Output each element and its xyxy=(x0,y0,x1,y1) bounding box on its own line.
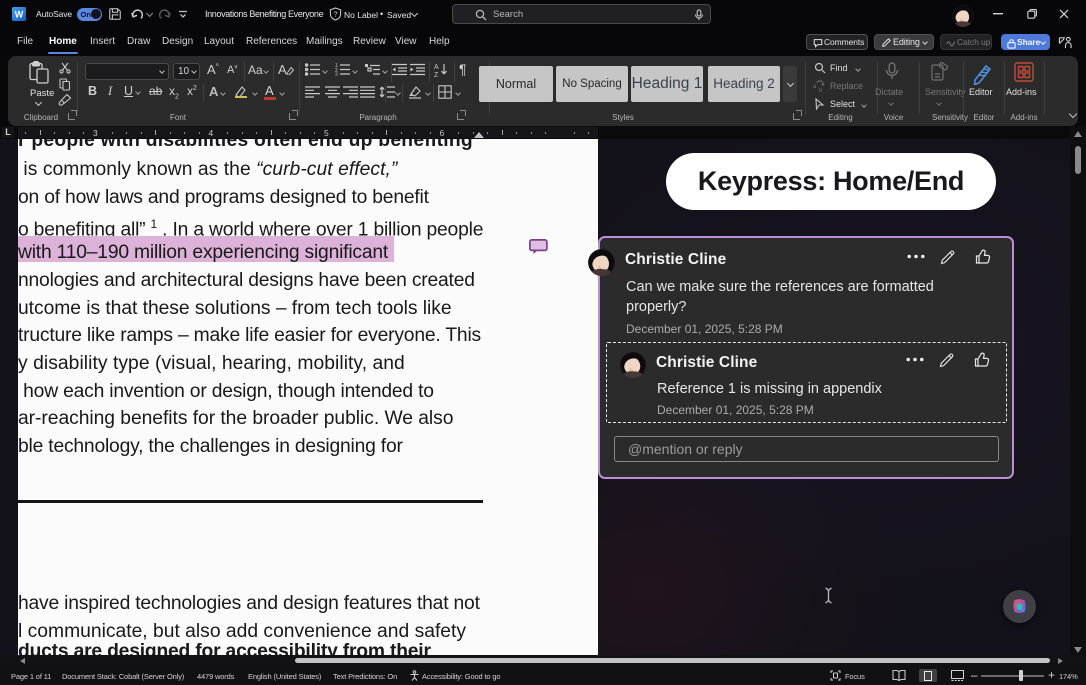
svg-text:W: W xyxy=(15,10,24,20)
svg-text:?: ? xyxy=(333,9,337,18)
svg-text:Z: Z xyxy=(434,72,439,77)
svg-text:3: 3 xyxy=(335,73,338,77)
svg-text:b: b xyxy=(819,88,823,92)
svg-text:A: A xyxy=(434,64,439,71)
svg-text:a: a xyxy=(813,84,817,90)
